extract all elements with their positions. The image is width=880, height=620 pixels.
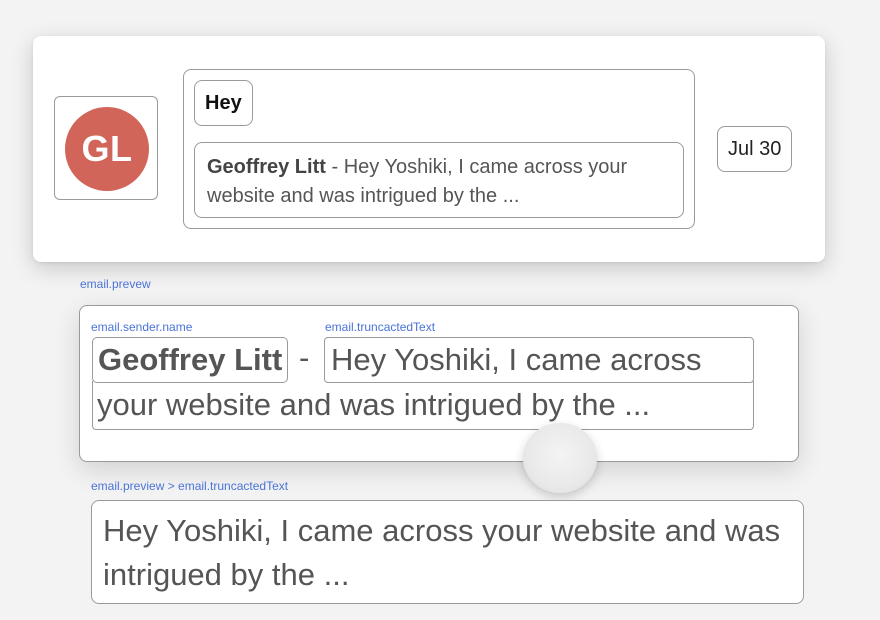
zoomed-truncated-line1: Hey Yoshiki, I came across — [324, 337, 754, 383]
email-subject: Hey — [194, 80, 253, 126]
zoomed-preview: email.sender.name email.truncactedText G… — [79, 305, 799, 462]
email-list-item[interactable]: GL Hey Geoffrey Litt - Hey Yoshiki, I ca… — [33, 36, 825, 262]
label-truncated-text: email.truncactedText — [325, 320, 436, 334]
avatar-frame: GL — [54, 96, 158, 200]
label-path: email.preview > email.truncactedText — [91, 479, 289, 493]
zoomed-truncated-text: Hey Yoshiki, I came across your website … — [92, 337, 754, 430]
separator: - — [331, 156, 339, 178]
zoomed-truncated-line2: your website and was intrigued by the ..… — [92, 381, 754, 430]
email-preview: Geoffrey Litt - Hey Yoshiki, I came acro… — [194, 142, 684, 218]
touch-indicator — [523, 423, 597, 493]
email-date: Jul 30 — [717, 126, 793, 172]
label-email-preview: email.prevew — [80, 277, 151, 291]
email-content: Hey Geoffrey Litt - Hey Yoshiki, I came … — [183, 69, 695, 229]
avatar: GL — [65, 107, 149, 191]
label-sender-name: email.sender.name — [91, 320, 193, 334]
sender-name: Geoffrey Litt — [207, 156, 326, 178]
zoomed-truncated-text-only: Hey Yoshiki, I came across your website … — [91, 500, 804, 604]
